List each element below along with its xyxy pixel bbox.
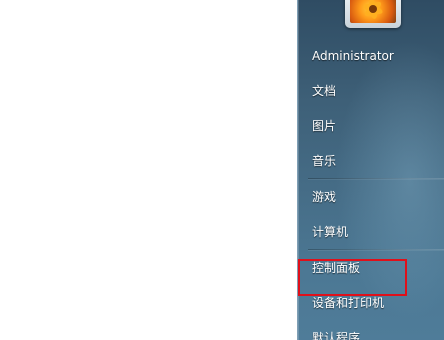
menu-item-label: 文档 (312, 84, 337, 98)
menu-item-label: 图片 (312, 119, 337, 133)
menu-item-label: 控制面板 (312, 261, 361, 275)
screenshot-page: Administrator 文档 图片 音乐 游戏 计算机 控制面板 设备和打印… (0, 0, 444, 340)
menu-item-user[interactable]: Administrator (298, 38, 444, 73)
start-menu-right-pane: Administrator 文档 图片 音乐 游戏 计算机 控制面板 设备和打印… (297, 0, 444, 340)
menu-item-games[interactable]: 游戏 (298, 179, 444, 214)
menu-item-devices-and-printers[interactable]: 设备和打印机 (298, 285, 444, 320)
menu-item-label: 游戏 (312, 190, 337, 204)
menu-item-default-programs[interactable]: 默认程序 (298, 320, 444, 340)
menu-item-label: 设备和打印机 (312, 296, 385, 310)
user-picture-flower-icon (350, 0, 396, 23)
menu-item-label: Administrator (312, 48, 394, 63)
menu-item-label: 音乐 (312, 154, 337, 168)
menu-item-documents[interactable]: 文档 (298, 73, 444, 108)
user-picture-frame[interactable] (345, 0, 401, 28)
start-menu-list: Administrator 文档 图片 音乐 游戏 计算机 控制面板 设备和打印… (298, 38, 444, 340)
menu-item-control-panel[interactable]: 控制面板 (298, 250, 444, 285)
menu-item-pictures[interactable]: 图片 (298, 108, 444, 143)
menu-item-computer[interactable]: 计算机 (298, 214, 444, 249)
menu-item-label: 默认程序 (312, 331, 361, 340)
menu-item-label: 计算机 (312, 225, 349, 239)
menu-item-music[interactable]: 音乐 (298, 143, 444, 178)
